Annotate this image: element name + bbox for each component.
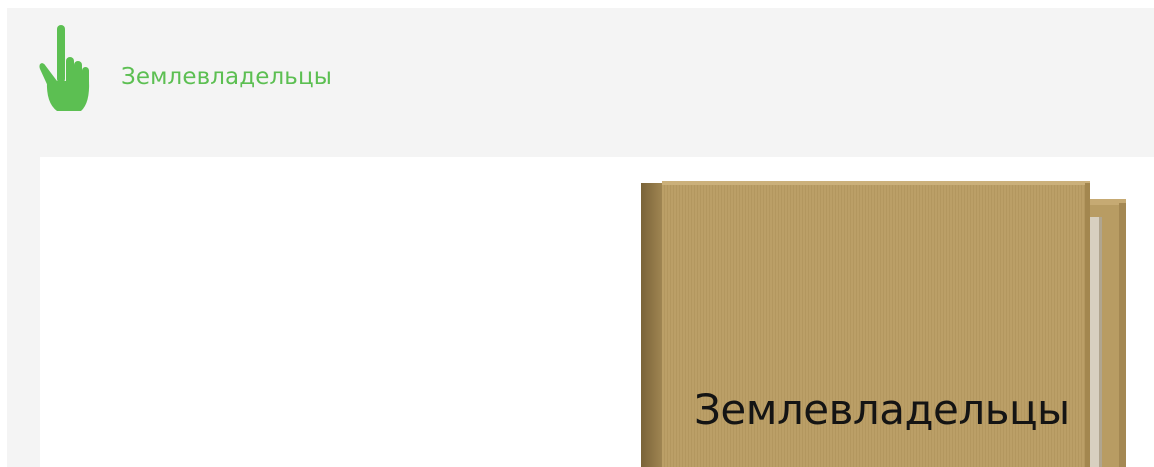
pointing-hand-icon: [39, 25, 90, 111]
page: Землевладельцы Землевладельцы: [0, 0, 1154, 467]
folder-card[interactable]: Землевладельцы: [640, 181, 1132, 467]
category-panel: Землевладельцы Землевладельцы: [7, 8, 1154, 467]
content-area: Землевладельцы: [40, 157, 1154, 467]
category-link[interactable]: Землевладельцы: [121, 64, 332, 90]
category-header: Землевладельцы: [7, 8, 1154, 156]
folder-title: Землевладельцы: [694, 385, 1070, 434]
